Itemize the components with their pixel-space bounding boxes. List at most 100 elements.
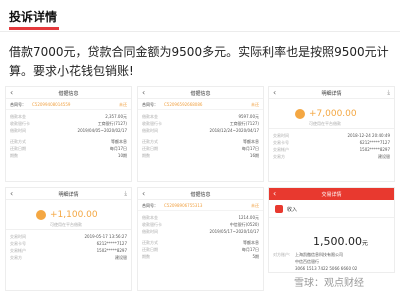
list-item: 交易方 建设银 bbox=[6, 254, 131, 261]
row-key: 借款时间 bbox=[142, 229, 158, 234]
coin-icon bbox=[36, 210, 46, 220]
nav-bar: ‹ 借据信息 bbox=[138, 87, 263, 99]
list-item: 3066 1513 7422 5066 6660 02 bbox=[269, 265, 394, 272]
screenshot-detail-1[interactable]: ‹ 明细详情 ⤓ +7,000.00 可使用在平台借款 交易时间 2018-12-… bbox=[268, 86, 395, 182]
income-label: 收入 bbox=[287, 207, 298, 213]
screen-title: 借据信息 bbox=[190, 192, 211, 198]
contract-number: C52099408014559 bbox=[32, 102, 71, 107]
list-item: 借款时间 2019/04/05~2020/02/17 bbox=[6, 127, 131, 134]
row-key: 借款时间 bbox=[142, 128, 158, 133]
screenshot-transaction-detail[interactable]: ‹ 交易详情 收入 1,500.00元 对方账户: 上海凯傲信息科技有限公司 中信… bbox=[268, 187, 395, 273]
status-badge: 未还 bbox=[251, 102, 259, 107]
row-key: 交易方 bbox=[273, 154, 285, 159]
amount-area: +7,000.00 可使用在平台借款 bbox=[269, 99, 394, 129]
status-badge: 未还 bbox=[251, 203, 259, 208]
amount: 1,500.00元 bbox=[313, 235, 368, 248]
list-item: 期数 5期 bbox=[138, 253, 263, 260]
list-item: 还款方式 等额本息 bbox=[138, 138, 263, 145]
list-item: 还款方式 等额本息 bbox=[138, 239, 263, 246]
list-item: 收款银行卡 工商银行(7127) bbox=[138, 120, 263, 127]
list-item: 还款日期 每月17日 bbox=[138, 145, 263, 152]
amount-note: 可使用在平台借款 bbox=[50, 222, 82, 227]
contract-row: 合同号： C52096592668086 未还 bbox=[138, 99, 263, 110]
income-row: 收入 bbox=[269, 200, 394, 218]
screen-title: 交易详情 bbox=[321, 192, 342, 198]
list-item: 借款本金 9597.00元 bbox=[138, 113, 263, 120]
list-item: 收款银行卡 中信银行(0520) bbox=[138, 221, 263, 228]
amount: +1,100.00 bbox=[50, 210, 98, 220]
contract-number: C52096592668086 bbox=[164, 102, 203, 107]
nav-bar: ‹ 借据信息 bbox=[138, 188, 263, 200]
screen-title: 明细详情 bbox=[58, 192, 79, 198]
screen-title: 借据信息 bbox=[190, 91, 211, 97]
contract-label: 合同号： bbox=[10, 102, 26, 107]
row-value: 2019/04/05~2020/02/17 bbox=[77, 128, 127, 133]
watermark: 雪球：观点财经 bbox=[294, 278, 364, 289]
row-value: 6212*****7127 bbox=[96, 241, 127, 246]
status-badge: 未还 bbox=[119, 102, 127, 107]
list-item: 借款本金 2,357.00元 bbox=[6, 113, 131, 120]
list-item: 交易帐户 1502*****8297 bbox=[6, 247, 131, 254]
amount: +7,000.00 bbox=[309, 109, 357, 119]
list-item: 交易卡号 6212*****7127 bbox=[269, 139, 394, 146]
row-value: 1502*****8297 bbox=[96, 248, 127, 253]
coin-icon bbox=[295, 109, 305, 119]
row-value: 建设银 bbox=[115, 255, 127, 260]
row-value: 5期 bbox=[252, 254, 259, 259]
nav-bar: ‹ 借据信息 bbox=[6, 87, 131, 99]
row-value: 3066 1513 7422 5066 6660 02 bbox=[295, 266, 358, 271]
list-item: 收款银行卡 工商银行(7127) bbox=[6, 120, 131, 127]
list-item: 还款日期 每月17日 bbox=[138, 246, 263, 253]
nav-bar: ‹ 交易详情 bbox=[269, 188, 394, 200]
list-item: 借款时间 2018/12/24~2020/04/17 bbox=[138, 127, 263, 134]
list-item: 借款本金 1214.00元 bbox=[138, 214, 263, 221]
row-value: 2018/12/24~2020/04/17 bbox=[209, 128, 259, 133]
income-icon bbox=[275, 205, 283, 213]
amount-area: +1,100.00 可使用在平台借款 bbox=[6, 200, 131, 230]
row-value: 6212*****7127 bbox=[359, 140, 390, 145]
list-item: 还款日期 每月17日 bbox=[6, 145, 131, 152]
list-item: 交易帐户 1502*****8297 bbox=[269, 146, 394, 153]
list-item: 对方账户: 上海凯傲信息科技有限公司 bbox=[269, 251, 394, 258]
page-header: 投诉详情 bbox=[0, 0, 400, 32]
download-icon[interactable]: ⤓ bbox=[387, 89, 390, 97]
contract-row: 合同号： C52098906755313 未还 bbox=[138, 200, 263, 211]
nav-bar: ‹ 明细详情 ⤓ bbox=[269, 87, 394, 99]
contract-number: C52098906755313 bbox=[164, 203, 203, 208]
row-key: 期数 bbox=[142, 153, 150, 158]
amount-value: 1,500.00 bbox=[313, 235, 362, 248]
screenshot-loan-info-1[interactable]: ‹ 借据信息 合同号： C52099408014559 未还 借款本金 2,357… bbox=[5, 86, 132, 182]
nav-bar: ‹ 明细详情 ⤓ bbox=[6, 188, 131, 200]
row-value: 1502*****8297 bbox=[359, 147, 390, 152]
screenshot-loan-info-2[interactable]: ‹ 借据信息 合同号： C52096592668086 未还 借款本金 9597.… bbox=[137, 86, 264, 182]
list-item: 交易时间 2019-05-17 13:56:27 bbox=[6, 233, 131, 240]
row-value: 2019-05-17 13:56:27 bbox=[84, 234, 127, 239]
contract-row: 合同号： C52099408014559 未还 bbox=[6, 99, 131, 110]
row-value: 2019/05/17~2020/10/17 bbox=[209, 229, 259, 234]
contract-label: 合同号： bbox=[142, 203, 158, 208]
download-icon[interactable]: ⤓ bbox=[124, 190, 127, 198]
screenshot-loan-info-3[interactable]: ‹ 借据信息 合同号： C52098906755313 未还 借款本金 1214.… bbox=[137, 187, 264, 291]
list-item: 交易方 建设银 bbox=[269, 153, 394, 160]
page-title: 投诉详情 bbox=[9, 10, 58, 24]
list-item: 期数 10期 bbox=[6, 152, 131, 159]
amount-note: 可使用在平台借款 bbox=[309, 121, 341, 126]
screen-title: 借据信息 bbox=[58, 91, 79, 97]
row-value: 建设银 bbox=[378, 154, 390, 159]
row-value: 2018-12-24 20:40:49 bbox=[347, 133, 390, 138]
row-key: 期数 bbox=[142, 254, 150, 259]
list-item: 交易时间 2018-12-24 20:40:49 bbox=[269, 132, 394, 139]
screen-title: 明细详情 bbox=[321, 91, 342, 97]
complaint-text: 借款7000元，贷款合同金额为9500多元。实际利率也是按照9500元计算。要求… bbox=[9, 45, 389, 78]
row-key: 借款时间 bbox=[10, 128, 26, 133]
row-value: 10期 bbox=[117, 153, 127, 158]
row-value: 16期 bbox=[249, 153, 259, 158]
list-item: 中信百信银行 bbox=[269, 258, 394, 265]
amount-unit: 元 bbox=[361, 240, 368, 247]
list-item: 期数 16期 bbox=[138, 152, 263, 159]
list-item: 借款时间 2019/05/17~2020/10/17 bbox=[138, 228, 263, 235]
list-item: 交易卡号 6212*****7127 bbox=[6, 240, 131, 247]
row-key: 期数 bbox=[10, 153, 18, 158]
contract-label: 合同号： bbox=[142, 102, 158, 107]
screenshot-detail-2[interactable]: ‹ 明细详情 ⤓ +1,100.00 可使用在平台借款 交易时间 2019-05-… bbox=[5, 187, 132, 291]
